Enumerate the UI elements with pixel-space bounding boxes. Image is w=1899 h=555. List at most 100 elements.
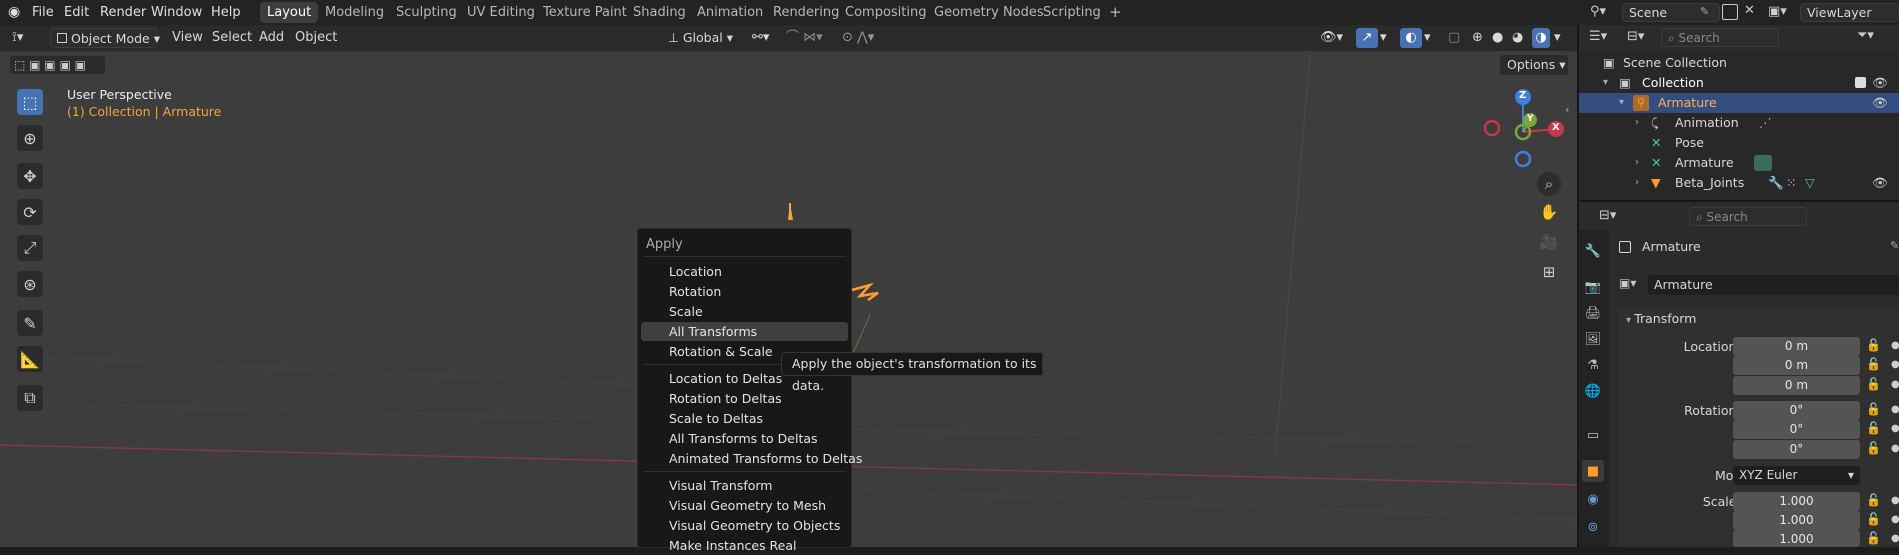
transform-orientation[interactable]: ⊥ Global ▾	[668, 28, 733, 48]
keyframe-dot-icon[interactable]: ●	[1891, 495, 1899, 506]
keyframe-dot-icon[interactable]: ●	[1891, 379, 1899, 390]
camera-view-icon[interactable]: 🎥	[1537, 230, 1561, 254]
menu-item-make-instances-real[interactable]: Make Instances Real	[641, 536, 848, 555]
measure-tool-icon[interactable]: 📐	[17, 346, 43, 372]
menu-select[interactable]: Select	[212, 28, 252, 48]
tab-sculpting[interactable]: Sculpting	[389, 2, 464, 23]
checkbox-icon[interactable]	[1855, 77, 1866, 88]
filter-icon[interactable]: ⏷▾	[1857, 28, 1874, 43]
rotation-y-field[interactable]: 0°	[1733, 420, 1860, 439]
lock-icon[interactable]: 🔓	[1866, 377, 1881, 391]
blender-logo-icon[interactable]: ◉	[8, 4, 26, 21]
output-tab-icon[interactable]: 🖨	[1582, 302, 1604, 324]
menu-item-visual-geometry-to-objects[interactable]: Visual Geometry to Objects	[641, 516, 848, 535]
sidebar-toggle-icon[interactable]: ‹	[1565, 103, 1569, 116]
eye-icon[interactable]: 👁	[1872, 73, 1888, 93]
properties-search-input[interactable]: ⌕ Search	[1689, 207, 1807, 226]
gizmo-toggle-icon[interactable]: ↗	[1356, 28, 1378, 48]
menu-view[interactable]: View	[172, 28, 203, 48]
material-shading-icon[interactable]: ◕	[1512, 28, 1523, 48]
menu-item-animated-transforms-to-deltas[interactable]: Animated Transforms to Deltas	[641, 449, 862, 468]
lock-icon[interactable]: 🔓	[1866, 493, 1881, 507]
tab-compositing[interactable]: Compositing	[838, 2, 934, 23]
transform-panel-header[interactable]: ▾ Transform	[1618, 308, 1899, 330]
outliner-editor-icon[interactable]: ☰▾	[1589, 29, 1607, 44]
render-tab-icon[interactable]: 📷	[1582, 276, 1604, 298]
keyframe-dot-icon[interactable]: ●	[1891, 514, 1899, 525]
snap-icon[interactable]: ⌒ ⋈▾	[786, 28, 823, 48]
keyframe-dot-icon[interactable]: ●	[1891, 533, 1899, 544]
menu-window[interactable]: Window	[147, 3, 206, 22]
physics-tab-icon[interactable]: ◉	[1582, 488, 1604, 510]
eye-icon[interactable]: 👁	[1872, 173, 1888, 193]
rotation-z-field[interactable]: 0°	[1733, 440, 1860, 459]
location-x-field[interactable]: 0 m	[1733, 337, 1860, 356]
menu-item-all-transforms-to-deltas[interactable]: All Transforms to Deltas	[641, 429, 848, 448]
collection-tab-icon[interactable]: ▭	[1582, 424, 1604, 446]
overlays-toggle-icon[interactable]: ◐	[1400, 28, 1422, 48]
scale-y-field[interactable]: 1.000	[1733, 511, 1860, 530]
menu-render[interactable]: Render	[96, 3, 150, 22]
menu-item-location[interactable]: Location	[641, 262, 848, 281]
object-datablock-icon[interactable]: ▣▾	[1619, 276, 1636, 290]
transform-tool-icon[interactable]: ⊛	[17, 271, 43, 297]
menu-add[interactable]: Add	[259, 28, 284, 48]
object-name-field[interactable]: Armature	[1648, 275, 1899, 295]
properties-editor-icon[interactable]: ⊟▾	[1599, 208, 1616, 223]
pan-hand-icon[interactable]: ✋	[1537, 200, 1561, 224]
annotate-tool-icon[interactable]: ✎	[17, 310, 43, 336]
menu-edit[interactable]: Edit	[60, 3, 93, 22]
editor-type-icon[interactable]: ⟟▾	[12, 28, 23, 48]
tab-modeling[interactable]: Modeling	[318, 2, 391, 23]
xray-icon[interactable]: ▢	[1448, 28, 1460, 48]
move-tool-icon[interactable]: ✥	[17, 163, 43, 189]
select-box-tool-icon[interactable]: ⬚	[17, 89, 43, 115]
rotation-mode-dropdown[interactable]: XYZ Euler ▾	[1733, 466, 1860, 485]
scene-tab-icon[interactable]: ⚗	[1582, 354, 1604, 376]
tab-texture-paint[interactable]: Texture Paint	[536, 2, 634, 23]
add-workspace-button[interactable]: +	[1102, 2, 1129, 23]
view-layer-tab-icon[interactable]: 🖼	[1582, 328, 1604, 350]
tool-tab-icon[interactable]: 🔧	[1582, 240, 1604, 262]
menu-item-visual-geometry-to-mesh[interactable]: Visual Geometry to Mesh	[641, 496, 848, 515]
tab-shading[interactable]: Shading	[626, 2, 693, 23]
outliner-row-armature-data[interactable]: › ✕ Armature	[1579, 153, 1899, 173]
tab-rendering[interactable]: Rendering	[766, 2, 846, 23]
scene-icon[interactable]: ⚲▾	[1590, 4, 1606, 19]
outliner-row-scene-collection[interactable]: ▣ Scene Collection	[1579, 53, 1899, 73]
pin-icon[interactable]: ✎	[1890, 239, 1899, 252]
constraints-tab-icon[interactable]: ⊚	[1582, 516, 1604, 538]
outliner-search-input[interactable]: ⌕ Search	[1661, 28, 1779, 47]
options-dropdown[interactable]: Options ▾	[1500, 55, 1568, 75]
lock-icon[interactable]: 🔓	[1866, 338, 1881, 352]
menu-item-rotation[interactable]: Rotation	[641, 282, 848, 301]
wireframe-shading-icon[interactable]: ⊕	[1472, 28, 1483, 48]
select-mode-buttons[interactable]: ⬚ ▣ ▣ ▣ ▣	[10, 56, 105, 74]
add-cube-tool-icon[interactable]: ⧉	[17, 385, 43, 411]
scale-x-field[interactable]: 1.000	[1733, 492, 1860, 511]
rotate-tool-icon[interactable]: ⟳	[17, 199, 43, 225]
object-tab-icon[interactable]: ■	[1582, 460, 1604, 482]
scale-z-field[interactable]: 1.000	[1733, 530, 1860, 547]
keyframe-dot-icon[interactable]: ●	[1891, 340, 1899, 351]
keyframe-dot-icon[interactable]: ●	[1891, 404, 1899, 415]
display-mode-icon[interactable]: ⊟▾	[1627, 29, 1644, 44]
outliner-row-beta-joints[interactable]: › ▼ Beta_Joints 🔧 ⁙ ▽ 👁	[1579, 173, 1899, 193]
keyframe-dot-icon[interactable]: ●	[1891, 423, 1899, 434]
mode-selector[interactable]: Object Mode ▾	[50, 28, 160, 48]
view-layer-icon[interactable]: ▣▾	[1768, 4, 1787, 19]
proportional-edit-icon[interactable]: ⊙ ⋀▾	[842, 28, 874, 48]
scale-tool-icon[interactable]: ⤢	[17, 235, 43, 261]
overlays-dropdown-icon[interactable]: ▾	[1424, 28, 1431, 48]
menu-item-all-transforms[interactable]: All Transforms	[641, 322, 848, 341]
outliner-row-collection[interactable]: ▾ ▣ Collection 👁	[1579, 73, 1899, 93]
menu-item-scale-to-deltas[interactable]: Scale to Deltas	[641, 409, 848, 428]
new-scene-icon[interactable]	[1722, 4, 1738, 20]
menu-item-scale[interactable]: Scale	[641, 302, 848, 321]
lock-icon[interactable]: 🔓	[1866, 512, 1881, 526]
view-layer-selector[interactable]: ViewLayer	[1800, 3, 1899, 22]
lock-icon[interactable]: 🔓	[1866, 441, 1881, 455]
tab-geometry-nodes[interactable]: Geometry Nodes	[927, 2, 1051, 23]
visibility-icon[interactable]: 👁▾	[1320, 28, 1343, 48]
lock-icon[interactable]: 🔓	[1866, 357, 1881, 371]
